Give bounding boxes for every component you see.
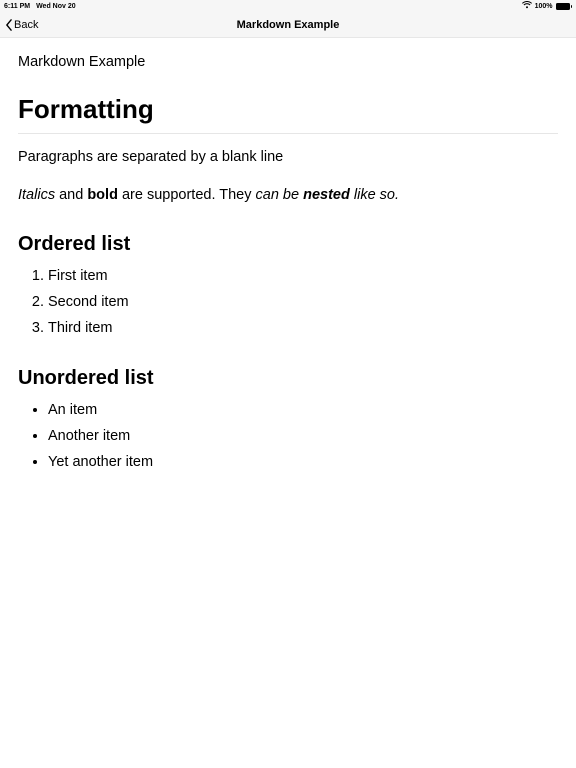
text-and: and xyxy=(55,187,87,203)
nav-bar: Back Markdown Example xyxy=(0,12,576,38)
battery-icon xyxy=(556,3,573,10)
nav-title: Markdown Example xyxy=(0,19,576,31)
divider xyxy=(18,133,558,134)
bold-sample: bold xyxy=(87,187,118,203)
back-label: Back xyxy=(14,19,38,31)
list-item: Third item xyxy=(48,318,558,339)
heading-formatting: Formatting xyxy=(18,94,558,125)
status-right: 100% xyxy=(522,1,572,11)
status-left: 6:11 PM Wed Nov 20 xyxy=(4,3,76,10)
nested-sample: nested xyxy=(303,187,350,203)
text-supported: are supported. They xyxy=(118,187,256,203)
italics-sample: Italics xyxy=(18,187,55,203)
list-item: Another item xyxy=(48,426,558,447)
list-item: Second item xyxy=(48,292,558,313)
heading-ordered-list: Ordered list xyxy=(18,233,558,256)
list-item: First item xyxy=(48,266,558,287)
unordered-list: An item Another item Yet another item xyxy=(18,400,558,473)
ordered-list: First item Second item Third item xyxy=(18,266,558,339)
list-item: An item xyxy=(48,400,558,421)
doc-title: Markdown Example xyxy=(18,54,558,70)
content-area: Markdown Example Formatting Paragraphs a… xyxy=(0,38,576,494)
paragraph-1: Paragraphs are separated by a blank line xyxy=(18,148,558,168)
status-time: 6:11 PM xyxy=(4,3,30,10)
chevron-left-icon xyxy=(4,18,14,32)
back-button[interactable]: Back xyxy=(4,18,38,32)
text-can-be: can be xyxy=(256,187,304,203)
paragraph-2: Italics and bold are supported. They can… xyxy=(18,186,558,206)
battery-percent: 100% xyxy=(535,3,553,10)
list-item: Yet another item xyxy=(48,452,558,473)
status-date: Wed Nov 20 xyxy=(36,3,76,10)
wifi-icon xyxy=(522,1,532,11)
heading-unordered-list: Unordered list xyxy=(18,367,558,390)
text-like-so: like so. xyxy=(350,187,399,203)
status-bar: 6:11 PM Wed Nov 20 100% xyxy=(0,0,576,12)
